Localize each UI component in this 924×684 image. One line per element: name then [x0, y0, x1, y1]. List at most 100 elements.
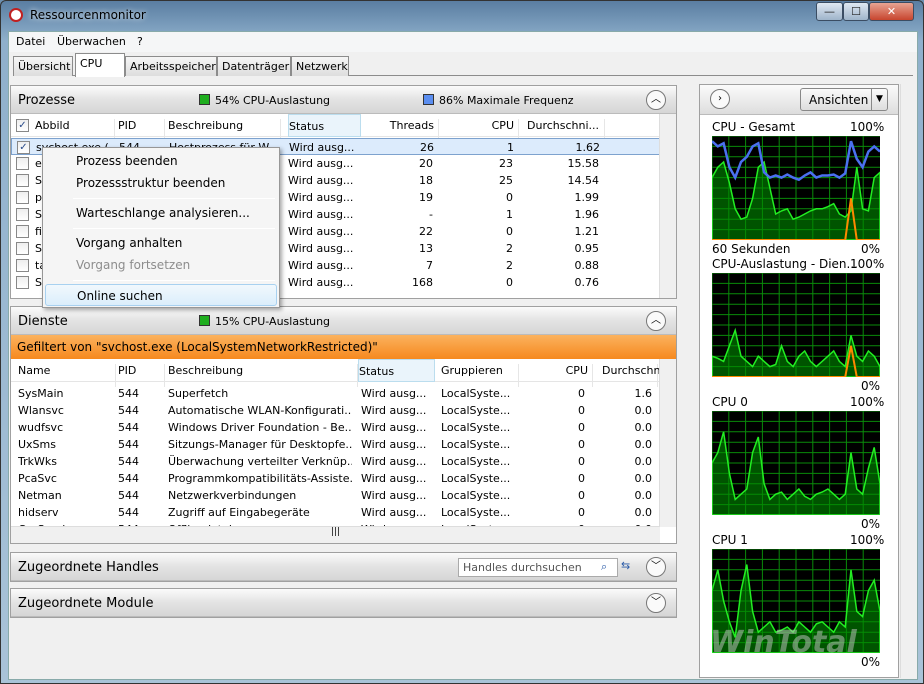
- services-header[interactable]: Dienste 15% CPU-Auslastung ︿: [11, 307, 676, 335]
- processes-scrollbar[interactable]: [659, 114, 676, 298]
- tab-cpu[interactable]: CPU: [75, 53, 125, 77]
- modules-header[interactable]: Zugeordnete Module ﹀: [11, 589, 676, 617]
- graph-max: 100%: [850, 533, 885, 547]
- cell: Wird ausg...: [288, 225, 354, 238]
- search-icon[interactable]: ⌕: [601, 560, 607, 574]
- cell: 0.0: [634, 421, 653, 434]
- tab-datentraeger[interactable]: Datenträger: [217, 56, 291, 76]
- tab-netzwerk[interactable]: Netzwerk: [291, 56, 349, 76]
- tab-uebersicht[interactable]: Übersicht: [13, 56, 73, 76]
- expand-icon[interactable]: ﹀: [646, 557, 666, 577]
- menu-ueberwachen[interactable]: Überwachen: [57, 35, 126, 48]
- menu-bar: Datei Überwachen ?: [9, 32, 917, 52]
- cell: Wird ausg...: [288, 157, 354, 170]
- row-checkbox[interactable]: [16, 157, 29, 170]
- processes-header[interactable]: Prozesse 54% CPU-Auslastung 86% Maximale…: [11, 86, 676, 114]
- menu-help[interactable]: ?: [137, 35, 143, 48]
- col-pid[interactable]: PID: [118, 364, 165, 387]
- handles-header[interactable]: Zugeordnete Handles Handles durchsuchen …: [11, 553, 676, 581]
- row-checkbox[interactable]: [16, 174, 29, 187]
- client-area: Datei Überwachen ? Übersicht CPU Arbeits…: [8, 31, 918, 680]
- minimize-button[interactable]: —: [816, 2, 843, 21]
- menu-separator: [73, 228, 275, 229]
- graph-min: 0%: [860, 379, 880, 393]
- menu-item-vorgang-anhalten[interactable]: Vorgang anhalten: [76, 236, 182, 250]
- table-row[interactable]: SysMain 544 Superfetch Wird ausg... LocalSys…: [11, 385, 676, 402]
- table-row[interactable]: Wlansvc 544 Automatische WLAN-Konfigurati.…: [11, 402, 676, 419]
- table-row[interactable]: wudfsvc 544 Windows Driver Foundation - Be…: [11, 419, 676, 436]
- table-row[interactable]: Netman 544 Netzwerkverbindungen Wird ausg..…: [11, 487, 676, 504]
- cell: Wird ausg...: [361, 438, 427, 451]
- cell: 0.0: [634, 404, 653, 417]
- cell: 1.21: [574, 225, 600, 238]
- processes-title: Prozesse: [18, 93, 75, 108]
- col-beschreibung[interactable]: Beschreibung: [168, 364, 358, 387]
- select-all-checkbox[interactable]: ✓: [16, 119, 29, 132]
- collapse-right-icon[interactable]: ›: [710, 89, 730, 109]
- col-status[interactable]: Status: [288, 114, 361, 137]
- cell: UxSms: [18, 438, 56, 451]
- cell: 0.0: [634, 455, 653, 468]
- tab-arbeitsspeicher[interactable]: Arbeitsspeicher: [125, 56, 217, 76]
- cell: 168: [412, 276, 433, 289]
- cell: Zugriff auf Eingabegeräte: [168, 506, 310, 519]
- close-button[interactable]: ✕: [869, 2, 914, 21]
- col-cpu[interactable]: CPU: [519, 364, 593, 387]
- views-dropdown[interactable]: Ansichten ▼: [800, 88, 888, 111]
- collapse-icon[interactable]: ︿: [646, 90, 666, 110]
- menu-item-prozess-beenden[interactable]: Prozess beenden: [76, 154, 178, 168]
- graph-label: CPU 0: [712, 395, 748, 409]
- services-hscrollbar[interactable]: |||: [11, 526, 660, 543]
- cell: Netman: [18, 489, 62, 502]
- window: Ressourcenmonitor — ☐ ✕ Datei Überwachen…: [0, 0, 924, 684]
- table-row[interactable]: hidserv 544 Zugriff auf Eingabegeräte Wird …: [11, 504, 676, 521]
- cpu-graph: [712, 411, 880, 515]
- cell: 26: [420, 141, 434, 154]
- menu-separator: [73, 198, 275, 199]
- menu-item-prozessstruktur-beenden[interactable]: Prozessstruktur beenden: [76, 176, 225, 190]
- graphs-toolbar: › Ansichten ▼: [700, 85, 898, 115]
- table-header: Name PID Beschreibung Status Gruppieren …: [11, 359, 676, 387]
- graph-max: 100%: [850, 120, 885, 134]
- row-checkbox[interactable]: [16, 225, 29, 238]
- col-status[interactable]: Status: [358, 359, 435, 382]
- table-row[interactable]: PcaSvc 544 Programmkompatibilitäts-Assiste…: [11, 470, 676, 487]
- services-vscrollbar[interactable]: [659, 359, 676, 527]
- table-row[interactable]: TrkWks 544 Überwachung verteilter Verknüp.…: [11, 453, 676, 470]
- menu-datei[interactable]: Datei: [16, 35, 45, 48]
- col-name[interactable]: Name: [18, 364, 116, 387]
- col-durchschnitt[interactable]: Durchschn: [602, 364, 660, 387]
- menu-item-online-suchen[interactable]: Online suchen: [45, 284, 277, 306]
- green-legend-icon: [199, 94, 210, 105]
- cell: 0: [578, 489, 585, 502]
- right-scrollbar[interactable]: [900, 84, 917, 678]
- handles-search-input[interactable]: Handles durchsuchen: [458, 558, 618, 577]
- cell: Überwachung verteilter Verknüp...: [168, 455, 352, 468]
- cell: Wird ausg...: [288, 208, 354, 221]
- cell: 0: [578, 387, 585, 400]
- cell: PcaSvc: [18, 472, 57, 485]
- maximize-button[interactable]: ☐: [843, 2, 869, 21]
- row-checkbox[interactable]: [16, 276, 29, 289]
- cell: 1: [506, 208, 513, 221]
- row-checkbox[interactable]: ✓: [17, 141, 30, 154]
- services-title: Dienste: [18, 314, 68, 329]
- collapse-icon[interactable]: ︿: [646, 311, 666, 331]
- cell: Wird ausg...: [288, 174, 354, 187]
- row-checkbox[interactable]: [16, 259, 29, 272]
- col-gruppieren[interactable]: Gruppieren: [441, 364, 519, 387]
- cell: 0: [578, 455, 585, 468]
- refresh-icon[interactable]: ⇆: [621, 559, 630, 572]
- cell: 2: [506, 242, 513, 255]
- expand-icon[interactable]: ﹀: [646, 593, 666, 613]
- cell: LocalSyste...: [441, 387, 511, 400]
- cell: Wird ausg...: [288, 276, 354, 289]
- cell: 1.62: [575, 141, 601, 154]
- row-checkbox[interactable]: [16, 191, 29, 204]
- row-checkbox[interactable]: [16, 208, 29, 221]
- menu-item-warteschlange-analysieren[interactable]: Warteschlange analysieren...: [76, 206, 250, 220]
- context-menu: Prozess beenden Prozessstruktur beenden …: [42, 147, 280, 308]
- table-row[interactable]: UxSms 544 Sitzungs-Manager für Desktopfe..…: [11, 436, 676, 453]
- row-checkbox[interactable]: [16, 242, 29, 255]
- graph-min: 0%: [860, 517, 880, 531]
